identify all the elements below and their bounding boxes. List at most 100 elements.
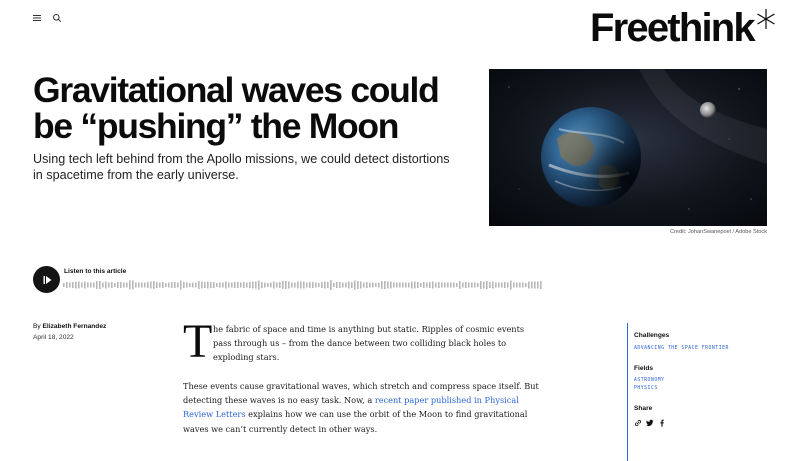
- search-icon[interactable]: [52, 10, 62, 28]
- byline: By Elizabeth Fernandez: [33, 323, 106, 330]
- waveform-bar: [387, 281, 389, 289]
- waveform-bar: [306, 282, 308, 288]
- waveform-bar: [507, 282, 509, 288]
- title-line-2: be “pushing” the Moon: [33, 106, 399, 146]
- waveform-bar: [159, 282, 161, 288]
- waveform-bar: [363, 282, 365, 288]
- waveform-bar: [405, 282, 407, 288]
- waveform-bar: [522, 282, 524, 288]
- waveform-bar: [279, 282, 281, 288]
- waveform-bar: [447, 282, 449, 288]
- waveform-bar: [153, 281, 155, 289]
- waveform-bar: [117, 282, 119, 288]
- waveform-bar: [180, 280, 182, 290]
- hamburger-menu-icon[interactable]: [32, 10, 42, 28]
- waveform-bar: [393, 282, 395, 288]
- waveform-bar: [261, 282, 263, 288]
- waveform-bar: [489, 282, 491, 288]
- waveform-bar: [441, 282, 443, 288]
- waveform-bar: [102, 282, 104, 288]
- waveform-bar: [156, 282, 158, 288]
- author-link[interactable]: Elizabeth Fernandez: [43, 323, 107, 330]
- facebook-icon[interactable]: [657, 418, 666, 427]
- waveform-bar: [207, 281, 209, 289]
- waveform-bar: [534, 281, 536, 289]
- waveform-bar: [273, 281, 275, 289]
- article-subtitle: Using tech left behind from the Apollo m…: [33, 152, 450, 182]
- waveform-bar: [96, 281, 98, 289]
- waveform-bar: [360, 281, 362, 289]
- waveform-bar: [474, 282, 476, 288]
- waveform-bar: [237, 282, 239, 288]
- waveform-bar: [495, 282, 497, 288]
- waveform-bar: [66, 282, 68, 288]
- waveform-bar: [219, 282, 221, 288]
- waveform-bar: [426, 282, 428, 288]
- waveform-bar: [429, 282, 431, 288]
- waveform-bar: [267, 283, 269, 287]
- waveform-bar: [531, 281, 533, 289]
- share-row: [633, 418, 666, 427]
- waveform-bar: [423, 282, 425, 288]
- waveform-bar: [288, 281, 290, 289]
- sidebar-divider: [627, 323, 628, 461]
- publish-date: April 18, 2022: [33, 334, 74, 341]
- title-line-1: Gravitational waves could: [33, 70, 440, 110]
- waveform-bar: [81, 282, 83, 288]
- waveform-bar: [276, 282, 278, 288]
- waveform-bar: [399, 282, 401, 288]
- play-audio-button[interactable]: [33, 266, 60, 293]
- waveform-bar: [174, 282, 176, 288]
- waveform-bar: [126, 282, 128, 288]
- waveform-bar: [132, 280, 134, 290]
- audio-waveform[interactable]: [63, 279, 543, 291]
- waveform-bar: [354, 280, 356, 290]
- logo-text: Freethink: [590, 6, 756, 50]
- link-icon[interactable]: [633, 418, 642, 427]
- waveform-bar: [402, 282, 404, 288]
- waveform-bar: [330, 280, 332, 290]
- waveform-bar: [78, 281, 80, 289]
- waveform-bar: [480, 281, 482, 289]
- waveform-bar: [324, 281, 326, 289]
- waveform-bar: [456, 283, 458, 287]
- waveform-bar: [435, 282, 437, 288]
- waveform-bar: [327, 282, 329, 288]
- waveform-bar: [519, 282, 521, 288]
- waveform-bar: [264, 282, 266, 288]
- waveform-bar: [525, 283, 527, 287]
- page-title: Gravitational waves could be “pushing” t…: [33, 72, 453, 144]
- play-icon: [43, 275, 51, 284]
- field-tag-astronomy[interactable]: ASTRONOMY: [634, 378, 665, 383]
- challenge-tag[interactable]: ADVANCING THE SPACE FRONTIER: [634, 346, 729, 351]
- waveform-bar: [234, 282, 236, 288]
- waveform-bar: [453, 282, 455, 288]
- waveform-bar: [348, 281, 350, 289]
- waveform-bar: [309, 282, 311, 288]
- waveform-bar: [396, 282, 398, 288]
- waveform-bar: [123, 282, 125, 288]
- waveform-bar: [144, 282, 146, 288]
- waveform-bar: [231, 282, 233, 288]
- site-logo[interactable]: Freethink: [590, 6, 776, 50]
- waveform-bar: [120, 282, 122, 288]
- waveform-bar: [351, 282, 353, 288]
- waveform-bar: [186, 282, 188, 288]
- waveform-bar: [528, 281, 530, 289]
- waveform-bar: [249, 282, 251, 288]
- waveform-bar: [135, 282, 137, 288]
- waveform-bar: [258, 280, 260, 290]
- twitter-icon[interactable]: [645, 418, 654, 427]
- drop-cap: T: [183, 315, 213, 368]
- waveform-bar: [336, 282, 338, 288]
- waveform-bar: [501, 282, 503, 288]
- waveform-bar: [69, 282, 71, 288]
- waveform-bar: [408, 282, 410, 288]
- waveform-bar: [114, 283, 116, 287]
- waveform-bar: [252, 281, 254, 289]
- waveform-bar: [372, 282, 374, 288]
- waveform-bar: [537, 281, 539, 289]
- field-tag-physics[interactable]: PHYSICS: [634, 386, 658, 391]
- waveform-bar: [177, 282, 179, 288]
- waveform-bar: [210, 282, 212, 288]
